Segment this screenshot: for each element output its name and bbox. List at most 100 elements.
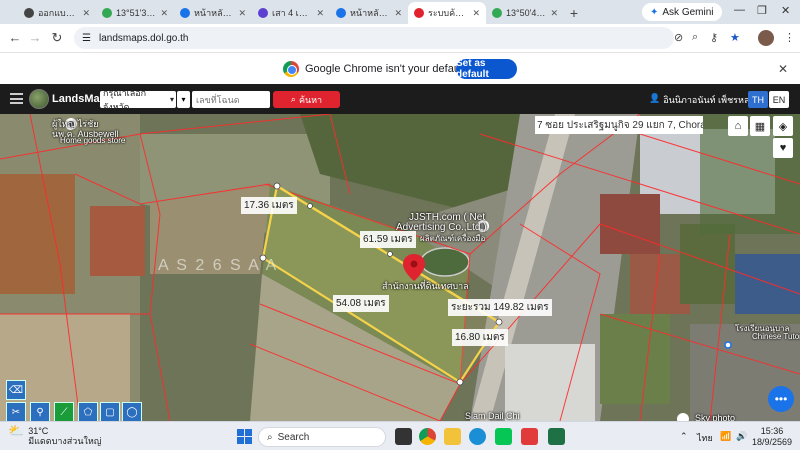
ask-gemini-label: Ask Gemini xyxy=(662,6,714,18)
reload-icon[interactable]: ↻ xyxy=(46,30,68,46)
polygon-tool-button[interactable]: ⬠ xyxy=(78,402,98,421)
grid-button[interactable]: ▦ xyxy=(750,116,770,136)
default-browser-infobar: Google Chrome isn't your default browser… xyxy=(0,52,800,84)
url-text: landsmaps.dol.go.th xyxy=(98,32,189,44)
place-label-land-office[interactable]: สำนักงานที่ดินเทศบาล xyxy=(382,279,469,293)
minimize-icon[interactable]: — xyxy=(734,4,745,16)
windows-start-icon[interactable] xyxy=(237,429,252,444)
tab-close-icon[interactable]: ✕ xyxy=(160,8,168,19)
tab-title: 13°50'47.8"N xyxy=(506,8,546,18)
rectangle-tool-button[interactable]: ▢ xyxy=(100,402,120,421)
tab-close-icon[interactable]: ✕ xyxy=(472,8,480,19)
search-icon: ⌕ xyxy=(290,94,296,104)
chrome-taskbar-icon[interactable] xyxy=(419,428,436,445)
place-label-company-3: ผลิตภัณฑ์เครื่องมือ xyxy=(420,234,486,243)
tab-title: เสา 4 เดือน พ xyxy=(272,8,312,18)
tab-favicon-icon xyxy=(24,8,34,18)
back-icon[interactable]: ← xyxy=(4,30,26,45)
hamburger-menu-icon[interactable] xyxy=(10,93,23,104)
favorite-button[interactable]: ♥ xyxy=(773,138,793,158)
place-label-siam[interactable]: Siam Dail Chi xyxy=(465,411,520,421)
pin-icon: ⚲ xyxy=(36,406,44,418)
tracking-off-icon[interactable]: ⊘ xyxy=(674,31,683,44)
browser-tab[interactable]: 13°50'47.8"N ✕ xyxy=(486,2,564,24)
app-header: LandsMaps กรุณาเลือกจังหวัด ▾ ▾ ⌕ ค้นหา … xyxy=(0,84,800,114)
browser-tab[interactable]: ระบบค้นหารูปแ ✕ xyxy=(408,2,486,24)
browser-tab[interactable]: ออกแบบบ้านชั้นเดียว ✕ xyxy=(18,2,96,24)
browser-tab[interactable]: 13°51'34.8"N ✕ xyxy=(96,2,174,24)
rectangle-icon: ▢ xyxy=(105,406,115,418)
layers-button[interactable]: ◈ xyxy=(773,116,793,136)
file-explorer-icon[interactable] xyxy=(444,428,461,445)
address-bar[interactable]: ☰ landsmaps.dol.go.th xyxy=(74,27,674,49)
parcel-number-input[interactable] xyxy=(192,91,270,108)
place-label-school-en: Chinese Tutoring xyxy=(752,332,800,341)
circle-tool-button[interactable]: ◯ xyxy=(122,402,142,421)
more-dots-icon: ••• xyxy=(774,392,788,406)
forward-icon[interactable]: → xyxy=(24,30,46,45)
home-button[interactable]: ⌂ xyxy=(728,116,748,136)
more-options-button[interactable]: ••• xyxy=(768,386,794,412)
marker-tool-button[interactable]: ⚲ xyxy=(30,402,50,421)
site-info-icon[interactable]: ☰ xyxy=(82,33,91,44)
browser-tab[interactable]: หน้าหลัก - Ca ✕ xyxy=(174,2,252,24)
gemini-icon: ✦ xyxy=(650,6,659,18)
browser-tab[interactable]: หน้าหลัก - Ca ✕ xyxy=(330,2,408,24)
menu-dots-icon[interactable]: ⋮ xyxy=(784,31,795,44)
tab-close-icon[interactable]: ✕ xyxy=(238,8,246,19)
lang-en-label: EN xyxy=(772,94,786,105)
province-select[interactable]: กรุณาเลือกจังหวัด ▾ xyxy=(100,88,176,112)
volume-icon[interactable]: 🔊 xyxy=(736,431,747,442)
plus-icon: + xyxy=(569,5,579,21)
province-select-value: กรุณาเลือกจังหวัด xyxy=(103,87,147,112)
wifi-icon[interactable]: 📶 xyxy=(720,431,731,442)
measure-label-right: 16.80 เมตร xyxy=(452,329,508,346)
bookmark-star-icon[interactable]: ★ xyxy=(730,31,740,44)
close-infobar-icon[interactable]: ✕ xyxy=(778,62,788,76)
new-tab-button[interactable]: + xyxy=(564,2,584,24)
ask-gemini-button[interactable]: ✦ Ask Gemini xyxy=(642,3,722,21)
tab-close-icon[interactable]: ✕ xyxy=(316,8,324,19)
input-language[interactable]: ไทย xyxy=(697,431,713,445)
close-window-icon[interactable]: ✕ xyxy=(781,4,790,17)
clock-date: 18/9/2569 xyxy=(752,437,793,447)
tab-close-icon[interactable]: ✕ xyxy=(550,8,558,19)
lang-th-button[interactable]: TH xyxy=(748,91,768,108)
layers-icon: ◈ xyxy=(778,120,788,133)
profile-avatar[interactable] xyxy=(758,30,774,46)
map-address-box[interactable]: 7 ซอย ประเสริฐมนูกิจ 29 แยก 7, Chorakhe … xyxy=(535,116,703,134)
lang-en-button[interactable]: EN xyxy=(769,91,789,108)
satellite-map[interactable]: ผู้ใหญ่ ไร่ชัย นพ.ค. Ausbewell Home good… xyxy=(0,114,800,421)
maximize-icon[interactable]: ❐ xyxy=(757,4,767,17)
chevron-up-icon[interactable]: ⌃ xyxy=(680,431,688,442)
place-label-skyphoto[interactable]: Sky photo xyxy=(695,413,735,421)
measure-tool-button[interactable]: ✂ xyxy=(6,402,26,421)
excel-icon[interactable] xyxy=(548,428,565,445)
browser-tab[interactable]: เสา 4 เดือน พ ✕ xyxy=(252,2,330,24)
amphoe-select[interactable]: ▾ xyxy=(177,91,190,108)
pdf-app-icon[interactable] xyxy=(521,428,538,445)
line-icon: ⟋ xyxy=(60,406,68,418)
ruler-icon: ✂ xyxy=(11,406,21,418)
tab-close-icon[interactable]: ✕ xyxy=(394,8,402,19)
line-tool-button[interactable]: ⟋ xyxy=(54,402,74,421)
eraser-tool-button[interactable]: ⌫ xyxy=(6,380,26,400)
tab-favicon-icon xyxy=(258,8,268,18)
home-icon: ⌂ xyxy=(734,120,742,132)
zoom-icon[interactable]: ⌕ xyxy=(692,31,698,44)
set-default-button[interactable]: Set as default xyxy=(456,58,517,80)
taskbar-search[interactable]: ⌕ Search xyxy=(258,427,386,447)
tab-title: หน้าหลัก - Ca xyxy=(194,8,234,18)
measure-label-bottom: 54.08 เมตร xyxy=(333,295,389,312)
taskbar-clock[interactable]: 15:36 18/9/2569 xyxy=(752,426,792,448)
chrome-logo-icon xyxy=(283,61,299,77)
dol-logo xyxy=(29,89,49,109)
weather-widget[interactable]: ⛅ 31°C มีแดดบางส่วนใหญ่ xyxy=(8,424,101,446)
user-menu[interactable]: 👤 อินนิภาอนันท์ เพ็ชรหล่อ ▾ xyxy=(649,93,762,107)
password-key-icon[interactable]: ⚷ xyxy=(710,31,718,44)
search-button[interactable]: ⌕ ค้นหา xyxy=(273,91,340,108)
task-view-icon[interactable] xyxy=(395,428,412,445)
line-app-icon[interactable] xyxy=(495,428,512,445)
tab-close-icon[interactable]: ✕ xyxy=(82,8,90,19)
edge-icon[interactable] xyxy=(469,428,486,445)
